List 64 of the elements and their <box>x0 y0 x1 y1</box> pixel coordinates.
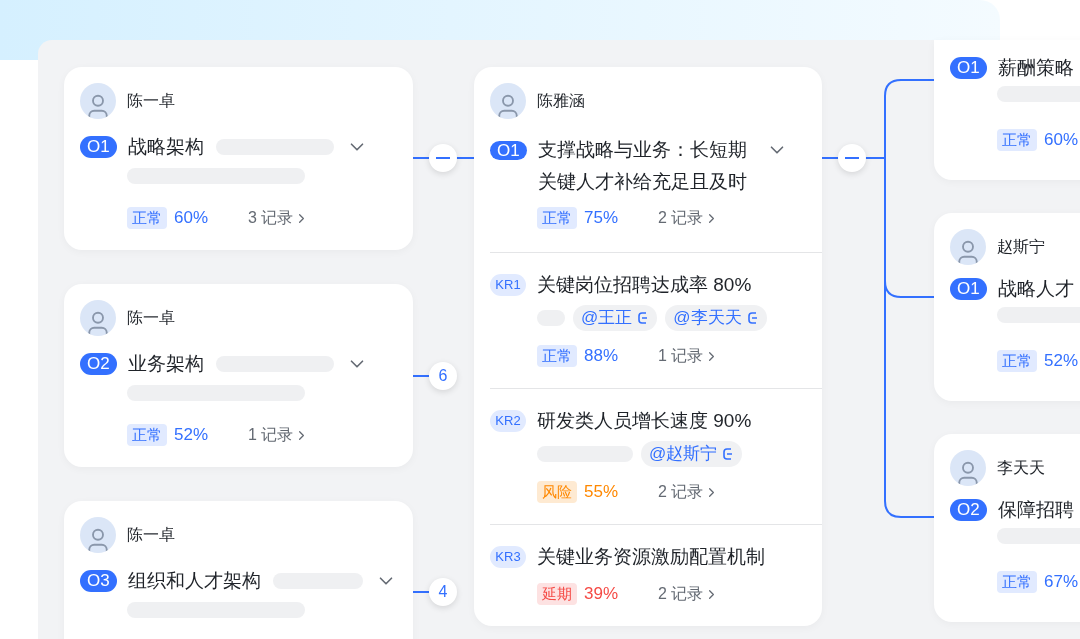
progress-percent: 52% <box>1044 350 1080 373</box>
owner-name: 赵斯宁 <box>997 237 1045 257</box>
status-tag: 正常 <box>997 350 1037 372</box>
objective-title: 支撑战略与业务：长短期关键人才补给充足且及时 <box>537 138 748 194</box>
objective-badge: O1 <box>80 136 117 158</box>
avatar-icon <box>950 229 986 265</box>
key-result-title: 关键业务资源激励配置机制 <box>537 544 765 569</box>
key-result-title: 研发类人员增长速度 90% <box>537 408 752 433</box>
status-tag: 正常 <box>537 207 577 229</box>
key-result-badge: KR1 <box>490 274 526 296</box>
objective-title: 组织和人才架构 <box>127 568 261 593</box>
owner-name: 陈一卓 <box>127 308 175 328</box>
progress-percent: 52% <box>174 424 210 447</box>
avatar-icon <box>950 450 986 486</box>
status-tag: 延期 <box>537 583 577 605</box>
progress-percent: 55% <box>584 481 620 504</box>
records-link[interactable]: 2 记录 <box>658 206 720 230</box>
avatar-icon <box>80 517 116 553</box>
key-result-title: 关键岗位招聘达成率 80% <box>537 272 752 297</box>
records-link[interactable]: 2 记录 <box>658 582 720 606</box>
status-tag: 正常 <box>127 207 167 229</box>
branch-icon <box>722 447 735 461</box>
progress-percent: 60% <box>1044 129 1080 152</box>
objective-badge: O1 <box>950 57 987 79</box>
status-tag: 正常 <box>997 129 1037 151</box>
owner-name: 陈一卓 <box>127 91 175 111</box>
records-link[interactable]: 1 记录 <box>658 344 720 368</box>
mention-chip[interactable]: @王正 <box>573 305 658 331</box>
mention-chip[interactable]: @李天天 <box>665 305 767 331</box>
owner-name: 陈雅涵 <box>537 91 585 111</box>
status-tag: 风险 <box>537 481 577 503</box>
key-result-badge: KR2 <box>490 410 526 432</box>
objective-title: 薪酬策略 <box>997 55 1074 80</box>
branch-icon <box>637 311 650 325</box>
objective-badge: O2 <box>80 353 117 375</box>
objective-title: 战略架构 <box>127 134 204 159</box>
records-link[interactable]: 2 记录 <box>658 480 720 504</box>
minus-icon <box>845 157 859 159</box>
objective-badge: O1 <box>950 278 987 300</box>
progress-percent: 39% <box>584 583 620 606</box>
status-tag: 正常 <box>997 571 1037 593</box>
avatar-icon <box>80 83 116 119</box>
progress-percent: 75% <box>584 207 620 230</box>
key-result-badge: KR3 <box>490 546 526 568</box>
progress-percent: 60% <box>174 207 210 230</box>
records-link[interactable]: 3 记录 <box>248 206 310 230</box>
objective-badge: O2 <box>950 499 987 521</box>
objective-title: 业务架构 <box>127 351 204 376</box>
mention-chip[interactable]: @赵斯宁 <box>641 441 743 467</box>
objective-title: 战略人才 <box>997 276 1074 301</box>
avatar-icon <box>80 300 116 336</box>
progress-percent: 88% <box>584 345 620 368</box>
owner-name: 陈一卓 <box>127 525 175 545</box>
owner-name: 李天天 <box>997 458 1045 478</box>
progress-percent: 67% <box>1044 571 1080 594</box>
minus-icon <box>436 157 450 159</box>
status-tag: 正常 <box>127 424 167 446</box>
branch-icon <box>746 311 759 325</box>
objective-title: 保障招聘 <box>997 497 1074 522</box>
objective-badge: O1 <box>490 141 527 160</box>
objective-badge: O3 <box>80 570 117 592</box>
records-link[interactable]: 1 记录 <box>248 423 310 447</box>
status-tag: 正常 <box>537 345 577 367</box>
avatar-icon <box>490 83 526 119</box>
